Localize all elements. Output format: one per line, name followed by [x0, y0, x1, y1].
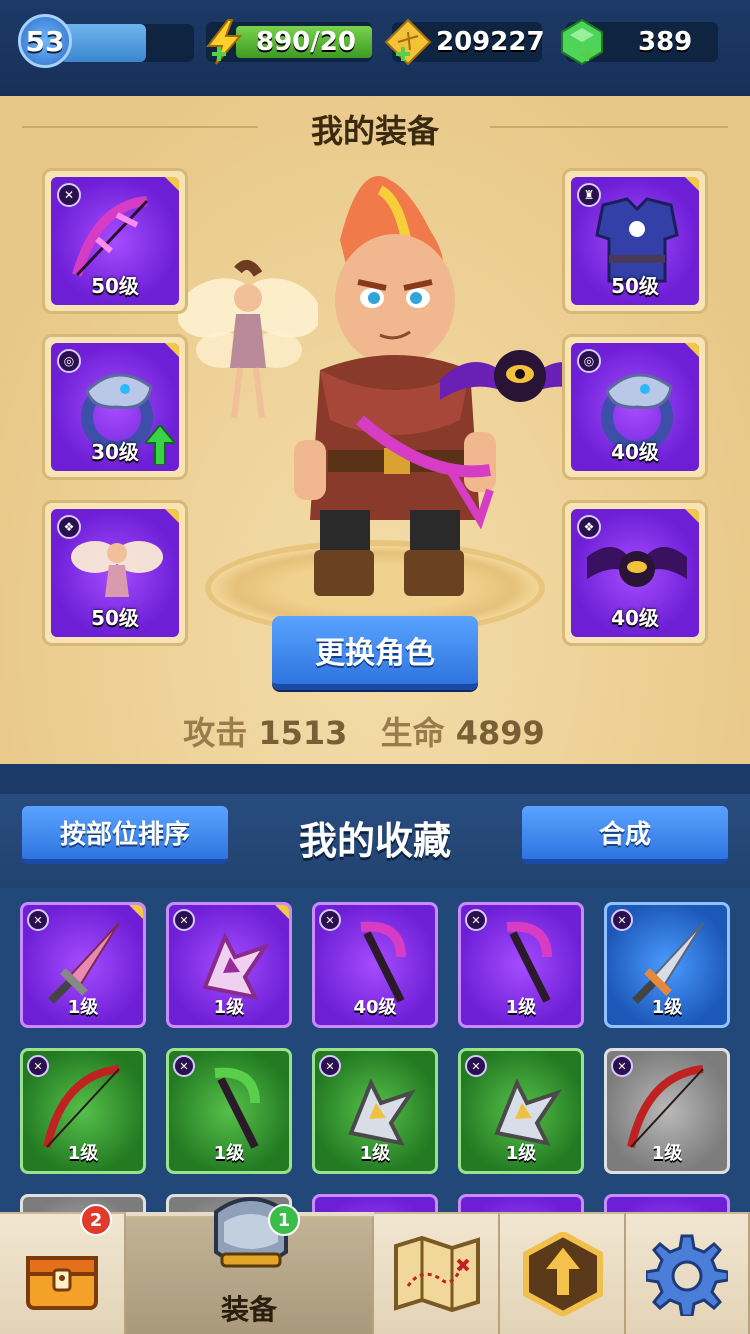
equip-slot-ring-left[interactable]: ◎ 30级: [42, 334, 188, 480]
item-level: 1级: [67, 997, 99, 1018]
nav-equipment[interactable]: 1 装备: [126, 1197, 374, 1334]
collection-item[interactable]: ✕ 1级: [458, 1048, 584, 1174]
collection-item[interactable]: ✕ 40级: [312, 902, 438, 1028]
nav-map[interactable]: [374, 1212, 500, 1334]
map-icon: [394, 1236, 480, 1312]
collection-item[interactable]: ✕ 1级: [604, 1048, 730, 1174]
upgrade-icon: [523, 1232, 603, 1316]
treasure-chest-icon: [26, 1256, 98, 1310]
equip-slot-armor[interactable]: ♜ 50级: [562, 168, 708, 314]
energy-bolt-icon: [205, 19, 243, 65]
item-level: 40级: [353, 997, 397, 1018]
fairy-pet: [178, 259, 318, 419]
slot-level-label: 40级: [611, 606, 659, 630]
slot-level-label: 50级: [91, 274, 139, 298]
gem-icon: [561, 18, 603, 66]
collection-title: 我的收藏: [298, 819, 451, 863]
equipment-title: 我的装备: [310, 112, 439, 150]
item-level: 1级: [213, 1143, 245, 1164]
sort-by-slot-button[interactable]: 按部位排序: [22, 806, 228, 864]
gem-value: 389: [638, 27, 693, 57]
collection-item[interactable]: ✕ 1级: [20, 1048, 146, 1174]
nav-settings[interactable]: [626, 1212, 750, 1334]
player-level-badge[interactable]: 53: [18, 14, 72, 68]
gem-counter[interactable]: 389: [561, 18, 718, 66]
collection-item[interactable]: ✕ 1级: [312, 1048, 438, 1174]
hp-label: 生命: [380, 714, 445, 752]
gear-icon: [646, 1234, 728, 1316]
item-level: 1级: [359, 1143, 391, 1164]
nav-equipment-label: 装备: [220, 1293, 277, 1326]
equip-slot-weapon[interactable]: ✕ 50级: [42, 168, 188, 314]
bottom-nav: 2 1 装备: [0, 1197, 750, 1334]
top-resource-bar: 53 890/20 209227 389: [0, 0, 750, 96]
equip-slot-pet-right[interactable]: ❖ 40级: [562, 500, 708, 646]
change-character-button[interactable]: 更换角色: [272, 616, 478, 690]
gold-coin-icon: [384, 18, 432, 66]
equip-badge: 1: [268, 1204, 300, 1236]
slot-level-label: 50级: [611, 274, 659, 298]
attack-value: 1513: [258, 714, 348, 752]
merge-button[interactable]: 合成: [522, 806, 728, 864]
gold-value: 209227: [436, 27, 545, 57]
collection-item[interactable]: ✕ 1级: [604, 902, 730, 1028]
hero-stats: 攻击 1513 生命 4899: [0, 708, 750, 754]
xp-bar: [60, 24, 194, 62]
item-level: 1级: [651, 1143, 683, 1164]
slot-level-label: 50级: [91, 606, 139, 630]
item-level: 1级: [505, 1143, 537, 1164]
item-level: 1级: [651, 997, 683, 1018]
nav-upgrade[interactable]: [500, 1212, 626, 1334]
collection-item[interactable]: ✕ 1级: [20, 902, 146, 1028]
slot-level-label: 40级: [611, 440, 659, 464]
collection-grid: ✕ 1级 ✕ 1级 ✕ 40级 ✕ 1级 ✕ 1级 ✕ 1级 ✕ 1级 ✕ 1级…: [0, 888, 750, 1218]
collection-item[interactable]: ✕ 1级: [166, 902, 292, 1028]
collection-item[interactable]: ✕ 1级: [458, 902, 584, 1028]
item-level: 1级: [213, 997, 245, 1018]
equip-slot-ring-right[interactable]: ◎ 40级: [562, 334, 708, 480]
item-level: 1级: [505, 997, 537, 1018]
item-level: 1级: [67, 1143, 99, 1164]
slot-level-label: 30级: [91, 440, 139, 464]
attack-label: 攻击: [183, 714, 248, 752]
chest-badge: 2: [80, 1204, 112, 1236]
nav-chest[interactable]: 2: [0, 1204, 126, 1334]
collection-item[interactable]: ✕ 1级: [166, 1048, 292, 1174]
equip-slot-pet-left[interactable]: ❖ 50级: [42, 500, 188, 646]
hp-value: 4899: [455, 714, 545, 752]
gold-counter[interactable]: 209227: [384, 18, 545, 66]
energy-value: 890/20: [256, 27, 356, 57]
energy-counter[interactable]: 890/20: [205, 19, 372, 65]
